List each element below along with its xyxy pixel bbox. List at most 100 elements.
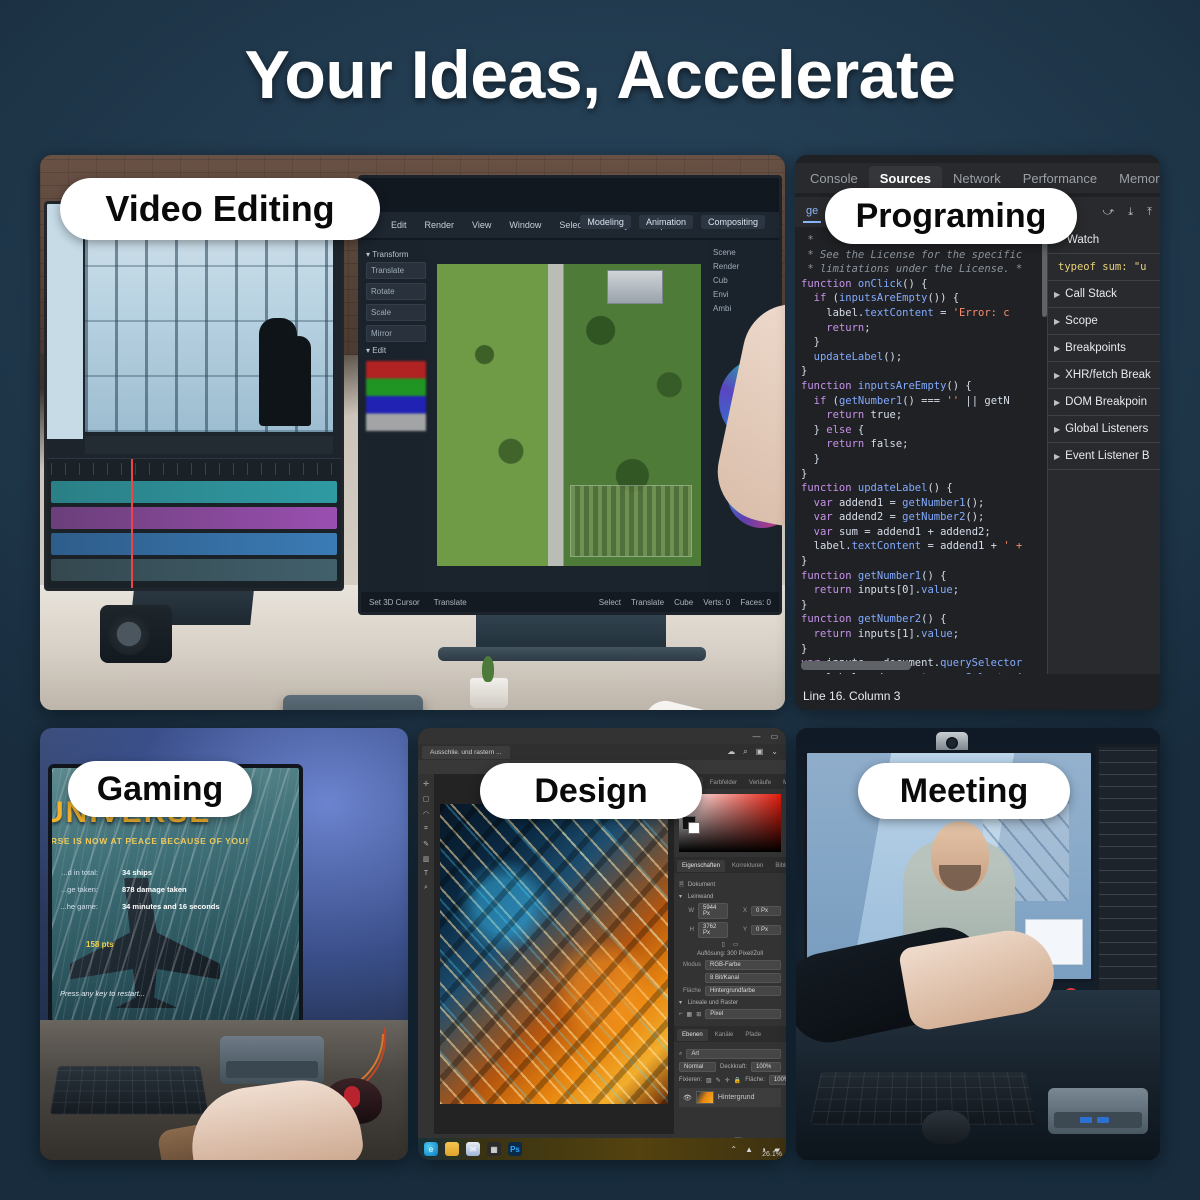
store-icon[interactable]: ▦: [487, 1142, 501, 1156]
step-out-icon[interactable]: ⤒: [1147, 206, 1152, 219]
restore-icon[interactable]: ▭: [770, 732, 778, 741]
y-input[interactable]: 0 Px: [751, 925, 781, 935]
outliner-item-environment[interactable]: Envi: [713, 290, 773, 299]
brush-tool-icon[interactable]: ✎: [423, 840, 429, 848]
debugger-controls[interactable]: ⤻ ⤓ ⤒: [1102, 206, 1152, 219]
move-tool-icon[interactable]: ✛: [423, 780, 429, 788]
ruler-origin-icon[interactable]: ⌐: [679, 1011, 683, 1017]
layer-filter-input[interactable]: Art: [686, 1049, 781, 1059]
x-input[interactable]: 0 Px: [751, 906, 781, 916]
tab-farbfelder[interactable]: Farbfelder: [705, 777, 742, 789]
panel-gaming[interactable]: UNIVERSE ...RSE IS NOW AT PEACE BECAUSE …: [40, 728, 408, 1160]
portrait-orientation-icon[interactable]: ▯: [722, 941, 725, 948]
mode-select[interactable]: RGB-Farbe: [705, 960, 781, 970]
menu-item-window[interactable]: Window: [509, 220, 541, 230]
rulers-section-header[interactable]: ▾ Lineale und Raster: [679, 999, 781, 1007]
fill-value[interactable]: 100%: [768, 1075, 786, 1085]
3d-mode-tabs[interactable]: Modeling Animation Compositing: [580, 215, 765, 229]
opacity-value[interactable]: 100%: [751, 1062, 781, 1072]
unit-select[interactable]: Pixel: [705, 1009, 781, 1019]
grid-icon[interactable]: ▦: [687, 1011, 693, 1018]
section-global-listeners[interactable]: ▶ Global Listeners: [1048, 416, 1160, 443]
outliner-item-cube[interactable]: Cub: [713, 276, 773, 285]
3d-viewport[interactable]: [431, 240, 707, 592]
folder-icon[interactable]: [445, 1142, 459, 1156]
lock-all-icon[interactable]: 🔒: [734, 1077, 741, 1084]
timeline-track[interactable]: [51, 559, 337, 581]
search-icon[interactable]: ⌕: [743, 747, 747, 757]
timeline-track[interactable]: [51, 481, 337, 503]
minimize-icon[interactable]: —: [752, 732, 760, 741]
right-dock[interactable]: Farbe Farbfelder Verläufe Muster Eigensc…: [674, 774, 786, 1134]
titlebar-icons[interactable]: ☁ ⌕ ▣ ⌄: [727, 747, 786, 757]
chevron-down-icon[interactable]: ⌄: [771, 747, 778, 757]
step-into-icon[interactable]: ⤓: [1128, 206, 1133, 219]
tab-memory[interactable]: Memory: [1108, 166, 1160, 191]
lock-paint-icon[interactable]: ✎: [716, 1077, 721, 1084]
layer-row[interactable]: 👁 Hintergrund: [679, 1088, 781, 1107]
lock-position-icon[interactable]: ✛: [725, 1077, 730, 1084]
text-tool-icon[interactable]: T: [424, 870, 428, 877]
tab-pfade[interactable]: Pfade: [740, 1029, 766, 1041]
tab-ebenen[interactable]: Ebenen: [677, 1029, 708, 1041]
button-rotate[interactable]: Rotate: [366, 283, 426, 300]
step-over-icon[interactable]: ⤻: [1102, 206, 1114, 219]
layers-panel-tabs[interactable]: Ebenen Kanäle Pfade: [674, 1026, 786, 1041]
timeline-playhead[interactable]: [131, 459, 133, 588]
section-scope[interactable]: ▶ Scope: [1048, 308, 1160, 335]
tab-muster[interactable]: Muster: [778, 777, 786, 789]
button-scale[interactable]: Scale: [366, 304, 426, 321]
crop-tool-icon[interactable]: ⌗: [424, 825, 428, 833]
timeline-track[interactable]: [51, 533, 337, 555]
3d-left-panel[interactable]: ▾ Transform Translate Rotate Scale Mirro…: [361, 240, 431, 592]
outliner-item-scene[interactable]: Scene: [713, 248, 773, 257]
depth-select[interactable]: 8 Bit/Kanal: [705, 973, 781, 983]
button-mirror[interactable]: Mirror: [366, 325, 426, 342]
section-dom-breakpoints[interactable]: ▶ DOM Breakpoin: [1048, 389, 1160, 416]
tab-performance[interactable]: Performance: [1012, 166, 1108, 191]
edge-icon[interactable]: e: [424, 1142, 438, 1156]
meeting-mouse[interactable]: [922, 1110, 970, 1144]
timeline-track[interactable]: [51, 507, 337, 529]
section-breakpoints[interactable]: ▶ Breakpoints: [1048, 335, 1160, 362]
width-input[interactable]: 5944 Px: [698, 903, 728, 919]
debugger-sidebar[interactable]: ▼ Watch typeof sum: "u ▶ Call Stack ▶ Sc…: [1047, 227, 1160, 674]
blend-mode-select[interactable]: Normal: [679, 1062, 716, 1072]
eye-icon[interactable]: 👁: [683, 1094, 692, 1102]
canvas-area[interactable]: [434, 774, 674, 1134]
properties-panel-tabs[interactable]: Eigenschaften Korrekturen Bibliotheken: [674, 857, 786, 872]
meeting-keyboard[interactable]: [810, 1071, 1037, 1125]
menu-item-view[interactable]: View: [472, 220, 491, 230]
tab-animation[interactable]: Animation: [638, 215, 693, 229]
section-event-listener-breakpoints[interactable]: ▶ Event Listener B: [1048, 443, 1160, 470]
menu-item-edit[interactable]: Edit: [391, 220, 407, 230]
photoshop-icon[interactable]: Ps: [508, 1142, 522, 1156]
lock-transparency-icon[interactable]: ▨: [706, 1077, 712, 1084]
windows-taskbar[interactable]: e ✉ ▦ Ps ⌃ ▲ ◑ ▰: [418, 1138, 786, 1160]
lasso-tool-icon[interactable]: ◠: [423, 810, 429, 818]
button-translate[interactable]: Translate: [366, 262, 426, 279]
wifi-icon[interactable]: ▲: [745, 1145, 753, 1154]
tab-modeling[interactable]: Modeling: [580, 215, 631, 229]
tab-eigenschaften[interactable]: Eigenschaften: [677, 860, 726, 872]
nle-timeline[interactable]: [47, 458, 341, 588]
outliner-item-render[interactable]: Render: [713, 262, 773, 271]
panel-video-editing[interactable]: Edit Render View Window Select Modify He…: [40, 155, 785, 710]
properties-panel[interactable]: 🗎 Dokument ▾ Leinwand W 5944 Px X 0 Px H …: [674, 872, 786, 1026]
nle-transport-controls[interactable]: [85, 436, 333, 454]
height-input[interactable]: 3762 Px: [698, 922, 728, 938]
open-file-tab[interactable]: ge: [803, 201, 822, 223]
menu-item-render[interactable]: Render: [425, 220, 455, 230]
tab-sources[interactable]: Sources: [868, 165, 943, 191]
gaming-keyboard[interactable]: [49, 1066, 209, 1115]
tab-network[interactable]: Network: [942, 166, 1012, 191]
window-titlebar[interactable]: — ▭: [418, 728, 786, 744]
tab-korrekturen[interactable]: Korrekturen: [727, 860, 768, 872]
panel-design[interactable]: — ▭ Ausschlie. und rastern ... ☁ ⌕ ▣ ⌄ ✛…: [418, 728, 786, 1160]
landscape-orientation-icon[interactable]: ▭: [733, 941, 739, 948]
layer-name[interactable]: Hintergrund: [718, 1094, 755, 1101]
flaeche-select[interactable]: Hintergrundfarbe: [705, 986, 781, 996]
eraser-tool-icon[interactable]: ▥: [423, 855, 430, 863]
marquee-tool-icon[interactable]: ▢: [423, 795, 430, 803]
tab-verlaeufe[interactable]: Verläufe: [744, 777, 776, 789]
